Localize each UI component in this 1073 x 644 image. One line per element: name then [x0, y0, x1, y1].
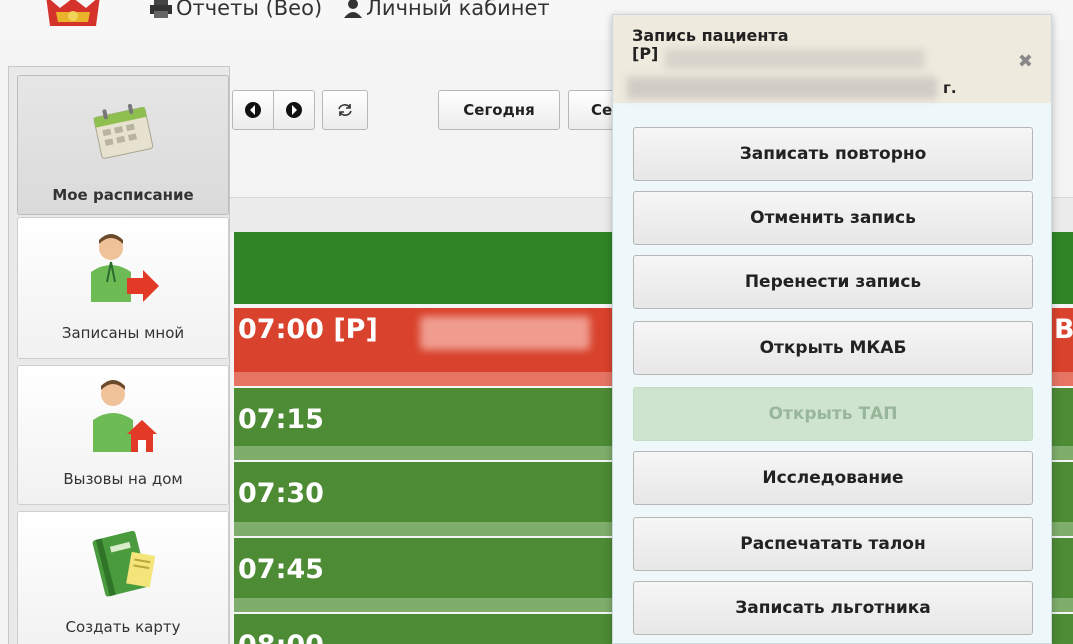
refresh-icon: [338, 104, 352, 116]
open-mkab-button[interactable]: Открыть МКАБ: [633, 321, 1033, 375]
print-ticket-button[interactable]: Распечатать талон: [633, 517, 1033, 571]
today-button[interactable]: Сегодня: [438, 90, 560, 130]
open-tap-button-label: Открыть ТАП: [768, 404, 898, 424]
view-button-label: Се: [591, 101, 613, 119]
menu-cabinet[interactable]: Личный кабинет: [344, 0, 550, 20]
popup-title: Запись пациента: [632, 26, 789, 45]
book-beneficiary-button-label: Записать льготника: [735, 598, 931, 618]
slot-time: 07:45: [238, 554, 324, 585]
nav-booked-by-me[interactable]: Записаны мной: [17, 217, 229, 359]
print-ticket-button-label: Распечатать талон: [740, 534, 926, 554]
nav-home-calls-label: Вызовы на дом: [63, 470, 183, 488]
menu-cabinet-label: Личный кабинет: [366, 0, 550, 20]
user-icon: [344, 0, 363, 18]
popup-patient-prefix: [P]: [632, 44, 659, 63]
left-navigation: Мое расписание Записаны мной Вызовы на д…: [8, 66, 230, 644]
nav-booked-by-me-label: Записаны мной: [61, 324, 185, 342]
green-card-icon: [84, 524, 162, 604]
patient-name-redacted: [665, 49, 925, 69]
circle-right-icon: [286, 102, 302, 118]
cancel-booking-button[interactable]: Отменить запись: [633, 191, 1033, 245]
slot-time: 07:00 [P]: [238, 314, 378, 345]
menu-reports-label: Отчеты (Beo): [176, 0, 323, 20]
slot-time: 07:30: [238, 478, 324, 509]
rebook-button-label: Записать повторно: [739, 144, 927, 164]
nav-my-schedule[interactable]: Мое расписание: [17, 75, 229, 215]
open-mkab-button-label: Открыть МКАБ: [759, 338, 907, 358]
calendar-icon: [91, 102, 155, 164]
move-booking-button-label: Перенести запись: [744, 272, 922, 292]
nav-create-card[interactable]: Создать карту: [17, 511, 229, 644]
popup-header: Запись пациента [P] г. ✖: [613, 15, 1051, 103]
close-icon[interactable]: ✖: [1018, 51, 1033, 72]
printer-icon: [150, 0, 172, 18]
patient-booking-popup: Запись пациента [P] г. ✖ Записать повтор…: [612, 14, 1052, 644]
patient-name-redacted: [420, 316, 590, 350]
nav-create-card-label: Создать карту: [65, 618, 181, 636]
slot-time: 08:00: [238, 630, 324, 644]
nav-home-calls[interactable]: Вызовы на дом: [17, 365, 229, 505]
move-booking-button[interactable]: Перенести запись: [633, 255, 1033, 309]
next-button[interactable]: [273, 90, 315, 130]
today-button-label: Сегодня: [463, 101, 535, 119]
cancel-booking-button-label: Отменить запись: [750, 208, 916, 228]
nav-my-schedule-label: Мое расписание: [52, 186, 194, 204]
patient-birthdate-redacted: [627, 77, 937, 99]
rebook-button[interactable]: Записать повторно: [633, 127, 1033, 181]
research-button-label: Исследование: [762, 468, 904, 488]
book-beneficiary-button[interactable]: Записать льготника: [633, 581, 1033, 635]
prev-button[interactable]: [232, 90, 274, 130]
refresh-button[interactable]: [322, 90, 368, 130]
slot-time: 07:15: [238, 404, 324, 435]
doctor-arrow-icon: [85, 232, 161, 308]
menu-reports[interactable]: Отчеты (Beo): [150, 0, 322, 20]
slot-edge-text: Вн: [1054, 314, 1073, 345]
emblem-logo: [42, 0, 104, 30]
open-tap-button: Открыть ТАП: [633, 387, 1033, 441]
circle-left-icon: [245, 102, 261, 118]
research-button[interactable]: Исследование: [633, 451, 1033, 505]
doctor-house-icon: [87, 378, 159, 458]
popup-year-suffix: г.: [943, 79, 957, 97]
